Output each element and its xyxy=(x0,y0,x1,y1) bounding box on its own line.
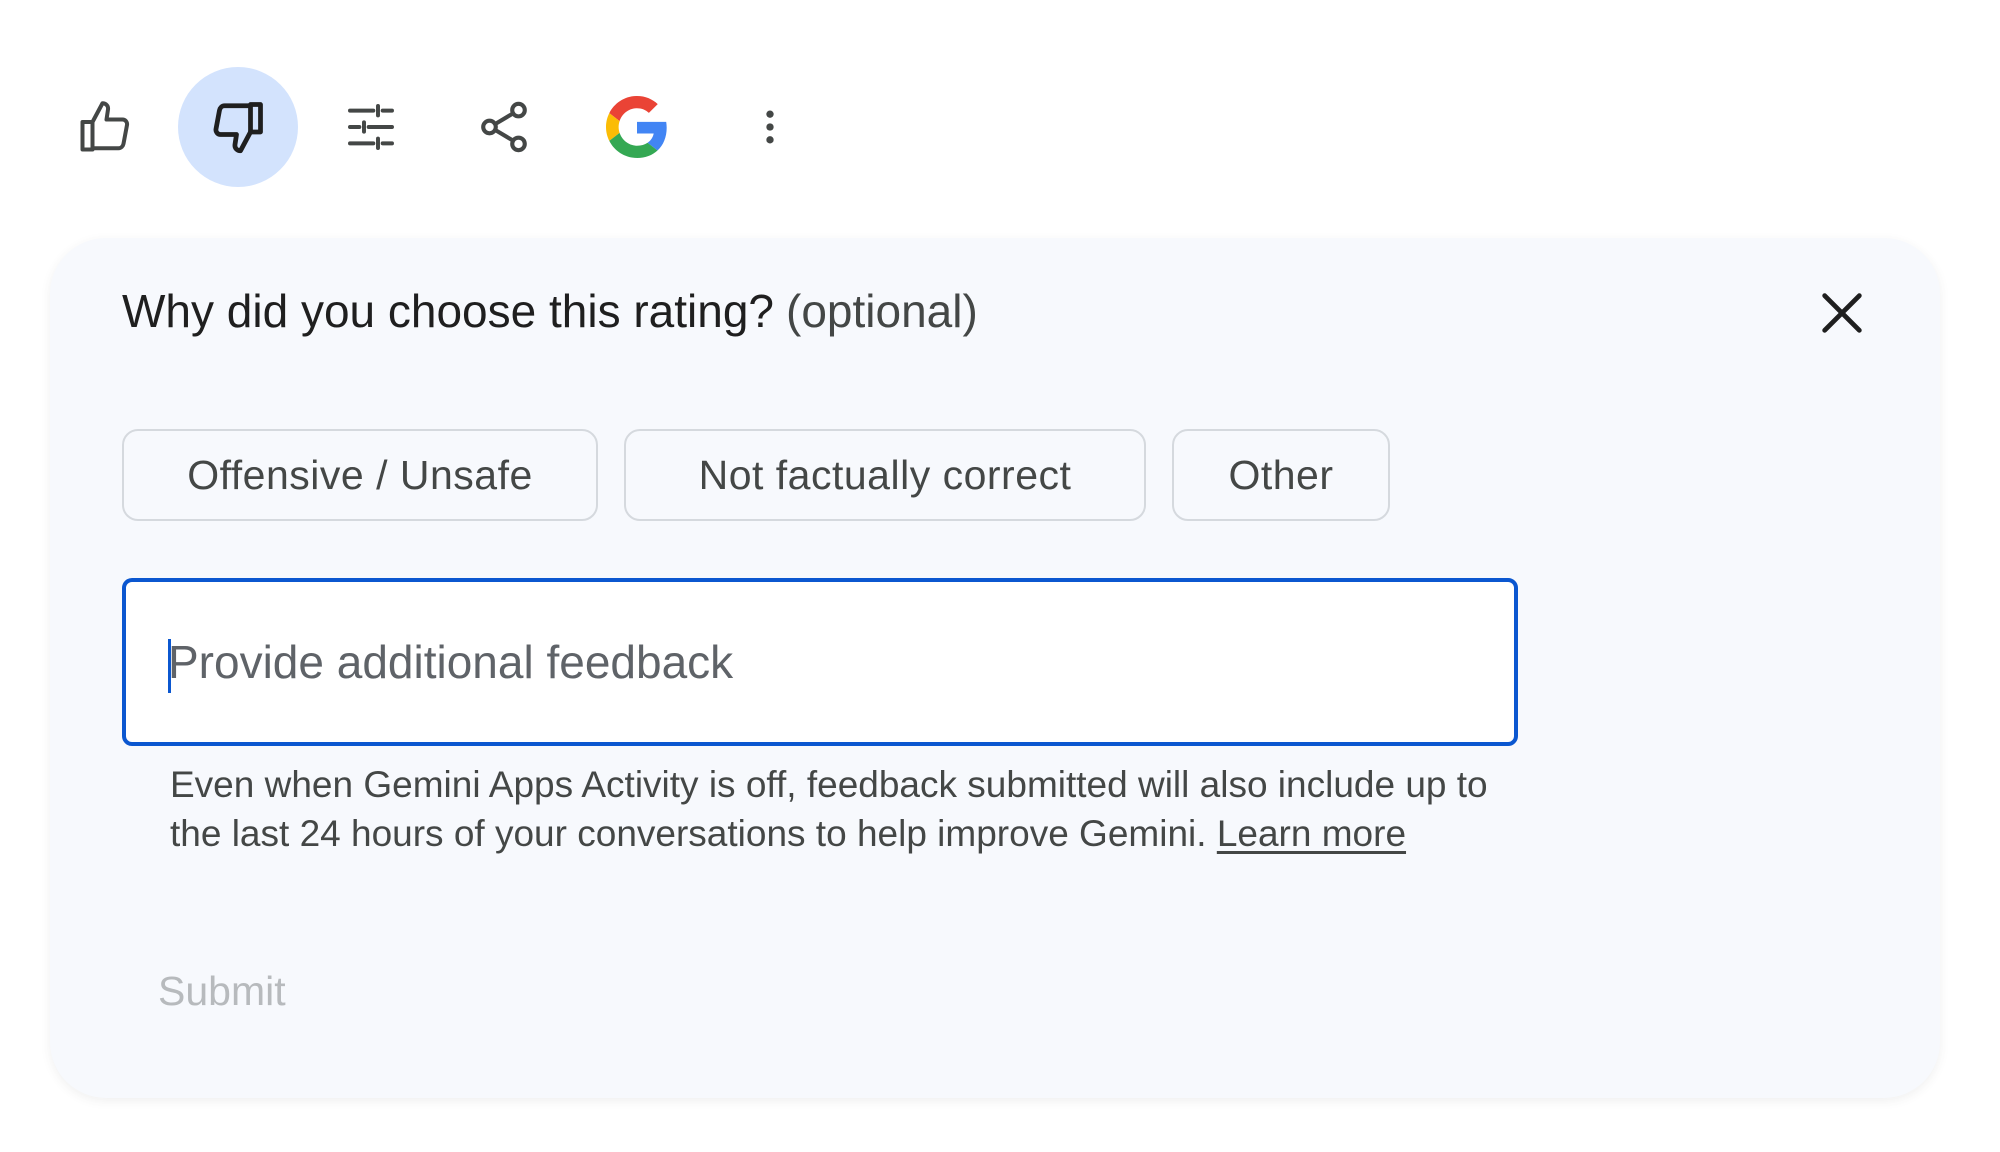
chip-not-factually-correct[interactable]: Not factually correct xyxy=(624,429,1146,521)
feedback-disclaimer: Even when Gemini Apps Activity is off, f… xyxy=(170,760,1500,858)
feedback-title: Why did you choose this rating? (optional… xyxy=(122,284,978,338)
close-feedback-button[interactable] xyxy=(1805,276,1879,350)
feedback-question: Why did you choose this rating? xyxy=(122,285,775,337)
response-actions-toolbar xyxy=(45,67,843,187)
tune-icon xyxy=(348,104,394,150)
thumb-up-icon xyxy=(80,101,130,152)
more-options-button[interactable] xyxy=(710,67,830,187)
google-icon xyxy=(606,96,667,158)
thumbs-down-button[interactable] xyxy=(178,67,298,187)
submit-button[interactable]: Submit xyxy=(158,968,286,1015)
optional-label: (optional) xyxy=(786,285,978,337)
feedback-card: Why did you choose this rating? (optional… xyxy=(50,238,1940,1098)
text-cursor xyxy=(168,639,171,693)
additional-feedback-input[interactable] xyxy=(122,578,1518,746)
share-button[interactable] xyxy=(444,67,564,187)
double-check-google-button[interactable] xyxy=(577,67,697,187)
thumb-down-icon xyxy=(213,102,263,154)
chip-offensive-unsafe[interactable]: Offensive / Unsafe xyxy=(122,429,598,521)
share-icon xyxy=(481,101,527,153)
thumbs-up-button[interactable] xyxy=(45,67,165,187)
chip-other[interactable]: Other xyxy=(1172,429,1390,521)
feedback-reason-chips: Offensive / Unsafe Not factually correct… xyxy=(122,429,1416,521)
more-vert-icon xyxy=(766,110,774,144)
learn-more-link[interactable]: Learn more xyxy=(1217,813,1406,854)
modify-response-button[interactable] xyxy=(311,67,431,187)
close-icon xyxy=(1822,293,1862,333)
gemini-response-feedback: Why did you choose this rating? (optional… xyxy=(0,0,2000,1152)
